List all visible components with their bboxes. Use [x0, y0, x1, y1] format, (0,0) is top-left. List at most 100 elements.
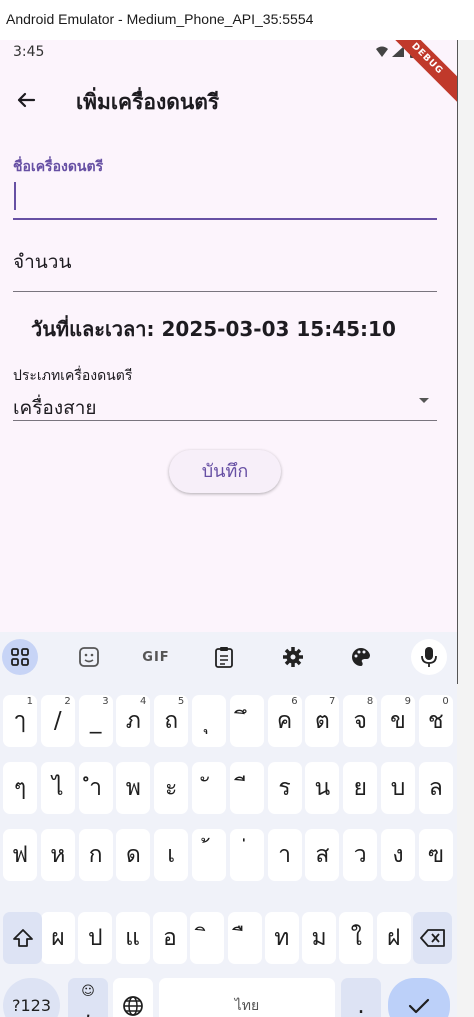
key-keyboard-row1-10-k[interactable]: ข9: [381, 695, 415, 747]
key-keyboard-row2-6[interactable]: ี: [229, 762, 264, 814]
quantity-input[interactable]: จำนวน: [13, 235, 437, 292]
key-keyboard-row2-8[interactable]: น: [305, 762, 340, 814]
key-keyboard-row4-4[interactable]: ิ: [190, 912, 225, 964]
key-keyboard-row1-9-k[interactable]: จ8: [343, 695, 378, 747]
key-keyboard-row4-2[interactable]: แ: [115, 912, 150, 964]
key-label: ำ: [89, 775, 103, 801]
key-label: /: [53, 708, 62, 734]
period-key[interactable]: .: [341, 978, 381, 1017]
back-button[interactable]: [12, 86, 40, 114]
shift-key[interactable]: [3, 912, 42, 964]
key-label: ว: [353, 842, 367, 868]
emoji-sticker-icon[interactable]: [71, 639, 107, 675]
key-keyboard-row3-6[interactable]: ่: [229, 829, 264, 881]
key-keyboard-row4-9[interactable]: ฝ: [376, 912, 411, 964]
key-keyboard-row2-4[interactable]: ะ: [154, 762, 189, 814]
gif-label: GIF: [142, 649, 170, 665]
mic-icon[interactable]: [411, 639, 447, 675]
key-keyboard-row1-2-k[interactable]: _ 3: [78, 695, 113, 747]
key-label: ต: [314, 708, 330, 734]
key-keyboard-row2-10[interactable]: บ: [381, 762, 415, 814]
key-keyboard-row2-0[interactable]: ๆ: [3, 762, 37, 814]
clipboard-icon[interactable]: [206, 639, 242, 675]
checkmark-icon: [408, 998, 430, 1013]
key-keyboard-row3-0[interactable]: ฟ: [3, 829, 37, 881]
key-number-hint: 0: [442, 696, 449, 707]
key-keyboard-row3-5[interactable]: ้: [192, 829, 226, 881]
emulator-side-frame: [457, 40, 474, 1017]
enter-key[interactable]: [388, 978, 450, 1017]
save-button[interactable]: บันทึก: [169, 450, 281, 493]
key-keyboard-row2-9[interactable]: ย: [343, 762, 378, 814]
key-keyboard-row1-6-k[interactable]: ึ: [229, 695, 264, 747]
key-label: ฟ: [11, 842, 29, 868]
apps-grid-icon[interactable]: [2, 639, 38, 675]
key-keyboard-row2-1[interactable]: ไ: [40, 762, 75, 814]
key-keyboard-row3-4[interactable]: เ: [154, 829, 189, 881]
key-keyboard-row3-10[interactable]: ง: [381, 829, 415, 881]
key-label: ก: [88, 842, 103, 868]
key-keyboard-row2-2[interactable]: ำ: [78, 762, 113, 814]
key-keyboard-row1-3-k[interactable]: ภ4: [116, 695, 151, 747]
name-input[interactable]: [13, 176, 437, 220]
settings-gear-icon[interactable]: [275, 639, 311, 675]
key-keyboard-row1-11-k[interactable]: ช0: [418, 695, 453, 747]
key-keyboard-row1-4-k[interactable]: ถ5: [154, 695, 189, 747]
text-cursor: [14, 182, 16, 210]
dropdown-arrow-icon: [419, 398, 429, 403]
key-keyboard-row1-8-k[interactable]: ต7: [305, 695, 340, 747]
key-keyboard-row2-7[interactable]: ร: [267, 762, 302, 814]
symbols-key[interactable]: ?123: [3, 978, 60, 1017]
key-keyboard-row3-3[interactable]: ด: [116, 829, 151, 881]
key-keyboard-row2-3[interactable]: พ: [116, 762, 151, 814]
key-label: ๆ: [13, 775, 27, 801]
name-field-label: ชื่อเครื่องดนตรี: [13, 159, 104, 175]
key-keyboard-row2-5[interactable]: ั: [192, 762, 226, 814]
backspace-key[interactable]: [413, 912, 452, 964]
key-keyboard-row3-9[interactable]: ว: [343, 829, 378, 881]
smiley-icon: ☺: [81, 984, 95, 999]
key-keyboard-row4-7[interactable]: ม: [302, 912, 337, 964]
key-label: า: [278, 842, 292, 868]
key-label: ด: [125, 842, 141, 868]
key-keyboard-row4-0[interactable]: ผ: [41, 912, 75, 964]
gif-button[interactable]: GIF: [138, 639, 174, 675]
key-keyboard-row2-11[interactable]: ล: [418, 762, 453, 814]
globe-icon: [123, 995, 143, 1016]
key-label: ย: [353, 775, 367, 801]
shift-arrow-icon: [12, 929, 33, 947]
key-number-hint: 4: [140, 696, 147, 707]
space-key[interactable]: ไทย: [159, 978, 335, 1017]
key-label: ข: [390, 708, 406, 734]
type-dropdown[interactable]: เครื่องสาย: [13, 390, 437, 421]
key-label: ๅ: [14, 708, 26, 734]
key-label: ล: [428, 775, 443, 801]
emoji-comma-key[interactable]: ☺ ,: [68, 978, 108, 1017]
language-key[interactable]: [113, 978, 153, 1017]
key-keyboard-row3-1[interactable]: ห: [40, 829, 75, 881]
app-bar: เพิ่มเครื่องดนตรี: [0, 78, 457, 122]
key-label: ใ: [350, 925, 362, 951]
key-keyboard-row1-7-k[interactable]: ค6: [267, 695, 302, 747]
key-keyboard-row1-1-k[interactable]: /2: [40, 695, 75, 747]
key-label: เ: [167, 842, 176, 868]
backspace-icon: [419, 929, 445, 947]
key-label: ถ: [164, 708, 179, 734]
key-keyboard-row3-11[interactable]: ฃ: [418, 829, 453, 881]
key-keyboard-row1-5-k[interactable]: ุ: [192, 695, 226, 747]
key-label: ะ: [165, 775, 178, 801]
key-label: ผ: [51, 925, 65, 951]
key-keyboard-row4-3[interactable]: อ: [152, 912, 187, 964]
key-label: บ: [390, 775, 406, 801]
key-keyboard-row4-6[interactable]: ท: [264, 912, 299, 964]
key-keyboard-row1-0-k[interactable]: ๅ1: [3, 695, 37, 747]
key-keyboard-row3-7[interactable]: า: [267, 829, 302, 881]
key-label: น: [314, 775, 331, 801]
key-keyboard-row4-5[interactable]: ื: [227, 912, 262, 964]
palette-icon[interactable]: [343, 639, 379, 675]
key-keyboard-row4-1[interactable]: ป: [78, 912, 113, 964]
key-label: แ: [125, 925, 140, 951]
key-keyboard-row4-8[interactable]: ใ: [339, 912, 374, 964]
key-keyboard-row3-2[interactable]: ก: [78, 829, 113, 881]
key-keyboard-row3-8[interactable]: ส: [305, 829, 340, 881]
